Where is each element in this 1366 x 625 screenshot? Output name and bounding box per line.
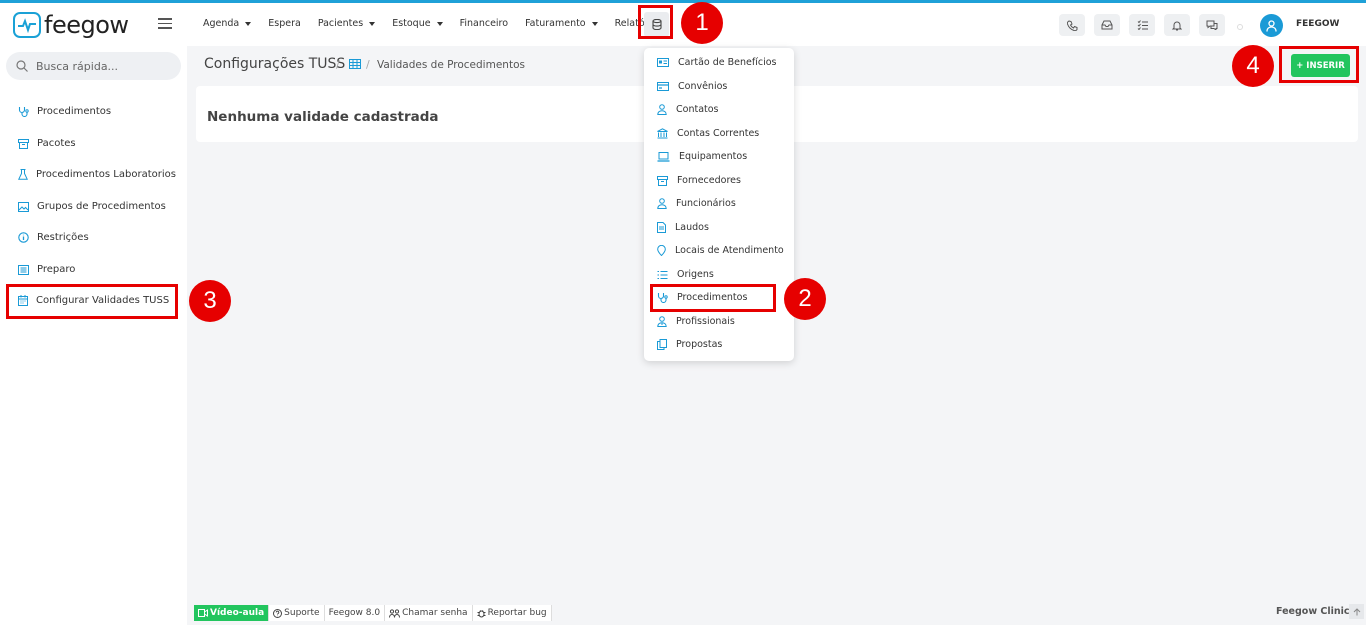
annotation-badge-3: 3: [189, 280, 231, 322]
phone-button[interactable]: [1059, 14, 1085, 36]
credit-card-icon: [657, 82, 669, 91]
caret-down-icon: [591, 21, 598, 26]
menu-item-origens[interactable]: Origens: [657, 269, 714, 280]
chat-button[interactable]: [1199, 14, 1225, 36]
hamburger-menu-icon[interactable]: [158, 18, 172, 29]
footer-links: Vídeo-aula Suporte Feegow 8.0 Chamar sen…: [194, 605, 552, 621]
menu-item-contas-correntes[interactable]: Contas Correntes: [657, 128, 759, 139]
nav-agenda[interactable]: Agenda: [203, 18, 252, 29]
flask-icon: [18, 169, 28, 180]
annotation-highlight-3: [6, 284, 178, 319]
phone-icon: [1066, 19, 1077, 31]
breadcrumb-separator: /: [336, 58, 340, 71]
user-doctor-icon: [657, 316, 667, 327]
sidebar-item-preparo[interactable]: Preparo: [18, 264, 75, 275]
menu-item-laudos[interactable]: Laudos: [657, 222, 709, 233]
arrow-up-icon: [1353, 607, 1360, 615]
breadcrumb-separator: /: [366, 58, 370, 71]
list-icon: [657, 270, 668, 279]
bug-icon: [477, 609, 486, 617]
nav-pacientes[interactable]: Pacientes: [318, 18, 376, 29]
box-icon: [18, 138, 29, 149]
status-dot: [1237, 24, 1243, 30]
annotation-badge-1: 1: [681, 2, 723, 44]
help-icon: [273, 608, 283, 618]
caret-down-icon: [369, 21, 376, 26]
logo-text: feegow: [44, 11, 129, 39]
header-icon-group: [1059, 14, 1234, 36]
quick-search-input[interactable]: Busca rápida...: [6, 52, 181, 80]
menu-item-propostas[interactable]: Propostas: [657, 339, 722, 350]
chat-icon: [1206, 20, 1218, 30]
annotation-badge-2: 2: [784, 278, 826, 320]
database-dropdown-menu: Cartão de Benefícios Convênios Contatos …: [644, 48, 794, 361]
notifications-button[interactable]: [1164, 14, 1190, 36]
list-icon: [18, 264, 29, 275]
tasks-icon: [1137, 20, 1148, 30]
video-icon: [198, 609, 208, 617]
user-icon: [657, 198, 667, 209]
menu-item-equipamentos[interactable]: Equipamentos: [657, 151, 747, 162]
user-icon: [1266, 19, 1277, 32]
user-avatar[interactable]: [1260, 14, 1283, 37]
scroll-top-button[interactable]: [1349, 604, 1364, 619]
video-aula-button[interactable]: Vídeo-aula: [194, 605, 270, 621]
menu-item-fornecedores[interactable]: Fornecedores: [657, 175, 741, 186]
user-name[interactable]: FEEGOW: [1296, 19, 1339, 29]
image-icon: [18, 201, 29, 212]
menu-item-cartao-de-beneficios[interactable]: Cartão de Benefícios: [657, 57, 776, 68]
suporte-link[interactable]: Suporte: [269, 605, 325, 621]
menu-item-locais-de-atendimento[interactable]: Locais de Atendimento: [657, 245, 784, 256]
stethoscope-icon: [18, 107, 29, 117]
sidebar-item-procedimentos-laboratorios[interactable]: Procedimentos Laboratorios: [18, 169, 176, 180]
laptop-icon: [657, 151, 670, 162]
sidebar-item-procedimentos[interactable]: Procedimentos: [18, 106, 111, 117]
sidebar-item-grupos-de-procedimentos[interactable]: Grupos de Procedimentos: [18, 201, 166, 212]
nav-estoque[interactable]: Estoque: [392, 18, 443, 29]
feegow-logo[interactable]: feegow: [13, 12, 129, 38]
tasks-button[interactable]: [1129, 14, 1155, 36]
info-icon: [18, 232, 29, 243]
top-nav: Agenda Espera Pacientes Estoque Financei…: [203, 18, 679, 29]
annotation-highlight-2: [650, 284, 776, 312]
caret-down-icon: [436, 21, 443, 26]
menu-item-convenios[interactable]: Convênios: [657, 81, 727, 92]
annotation-highlight-4: [1279, 46, 1359, 83]
inbox-icon: [1101, 20, 1113, 30]
sidebar: Busca rápida... Procedimentos Pacotes Pr…: [0, 46, 187, 625]
version-label: Feegow 8.0: [324, 605, 386, 621]
nav-faturamento[interactable]: Faturamento: [525, 18, 598, 29]
document-icon: [657, 222, 666, 233]
page-title: Configurações TUSS: [204, 56, 346, 72]
menu-item-contatos[interactable]: Contatos: [657, 104, 719, 115]
table-icon: [349, 59, 361, 69]
clinic-label: Feegow Clinic: [1276, 606, 1350, 617]
bank-icon: [657, 128, 668, 139]
menu-item-funcionarios[interactable]: Funcionários: [657, 198, 736, 209]
user-icon: [657, 104, 667, 115]
id-card-icon: [657, 58, 669, 67]
breadcrumb-current[interactable]: Validades de Procedimentos: [377, 59, 525, 71]
copy-icon: [657, 339, 667, 350]
empty-state-message: Nenhuma validade cadastrada: [207, 109, 439, 125]
annotation-highlight-1: [638, 5, 673, 39]
search-icon: [16, 60, 28, 72]
inbox-button[interactable]: [1094, 14, 1120, 36]
nav-financeiro[interactable]: Financeiro: [460, 18, 509, 29]
chamar-senha-button[interactable]: Chamar senha: [385, 605, 473, 621]
nav-espera[interactable]: Espera: [268, 18, 301, 29]
annotation-badge-4: 4: [1232, 45, 1274, 87]
box-icon: [657, 175, 668, 186]
logo-mark-icon: [13, 12, 41, 38]
location-icon: [657, 245, 666, 256]
caret-down-icon: [245, 21, 252, 26]
people-icon: [389, 608, 401, 618]
bell-icon: [1172, 21, 1182, 30]
sidebar-item-restricoes[interactable]: Restrições: [18, 232, 89, 243]
footer-bar: Vídeo-aula Suporte Feegow 8.0 Chamar sen…: [187, 599, 1366, 625]
sidebar-item-pacotes[interactable]: Pacotes: [18, 138, 76, 149]
reportar-bug-button[interactable]: Reportar bug: [472, 605, 552, 621]
menu-item-profissionais[interactable]: Profissionais: [657, 316, 735, 327]
